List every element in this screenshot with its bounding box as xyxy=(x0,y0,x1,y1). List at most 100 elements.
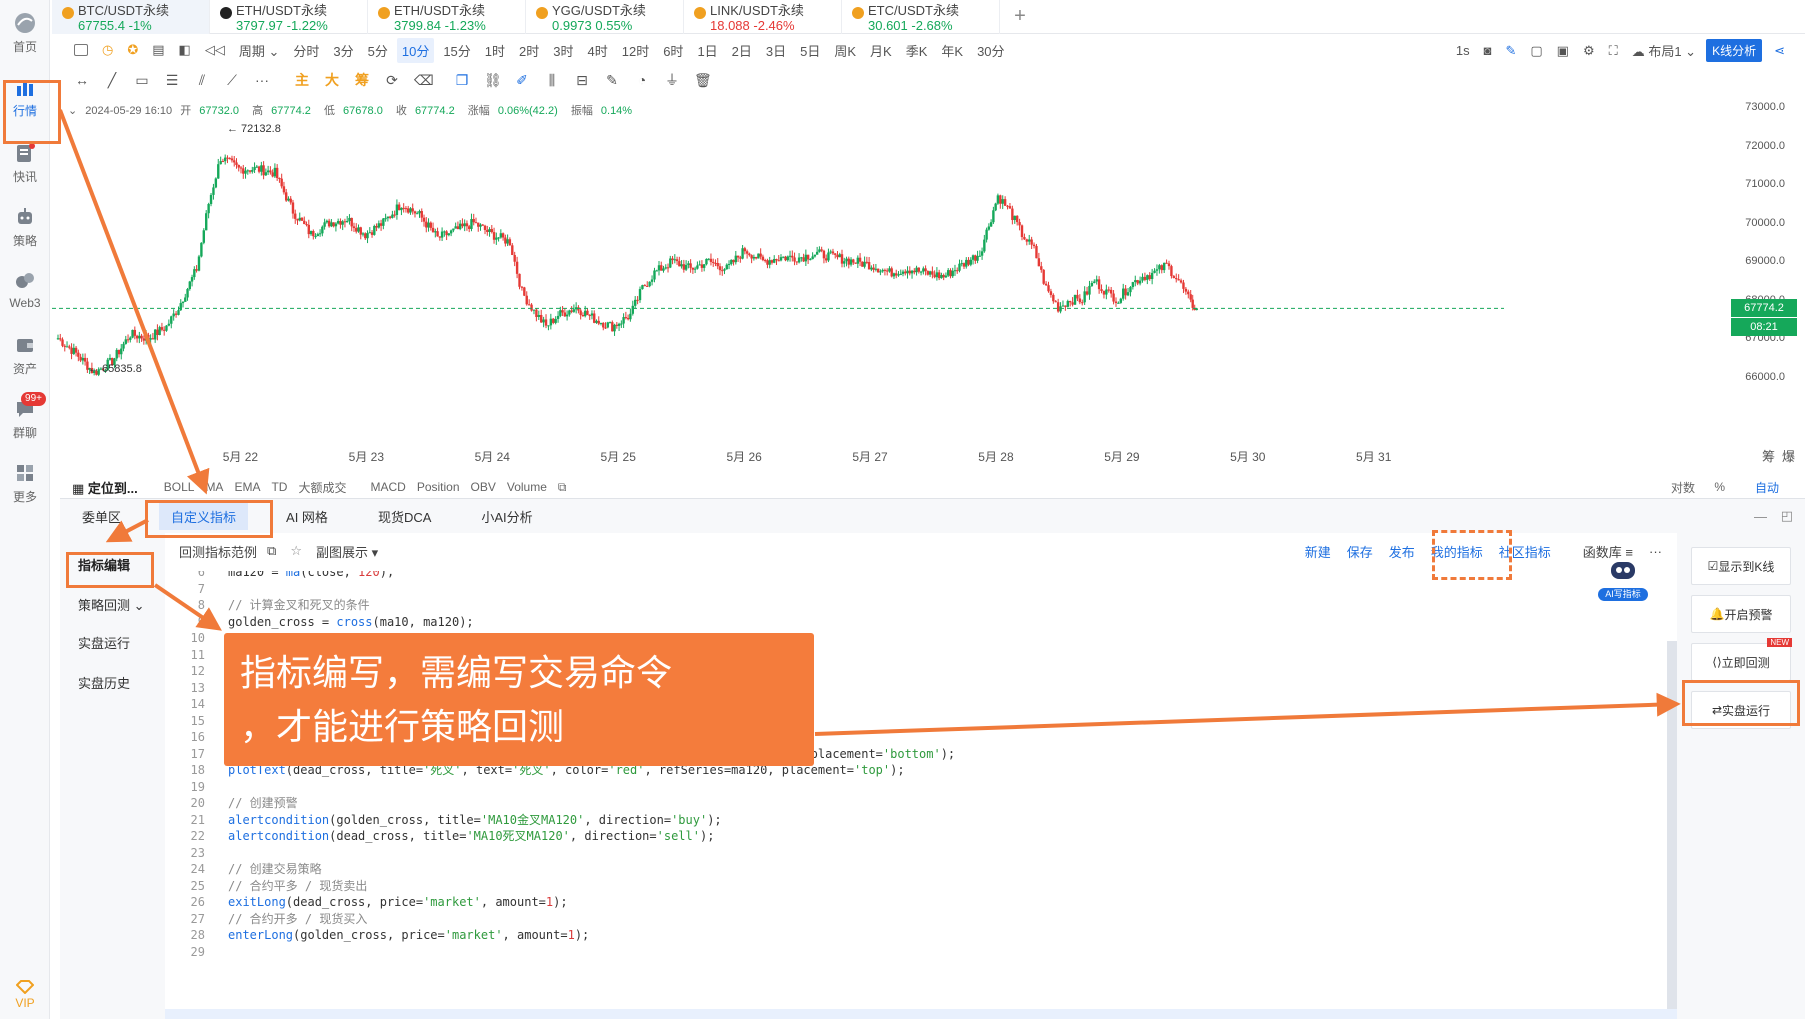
market-tab[interactable]: LINK/USDT永续 18.088 -2.46% xyxy=(684,0,842,34)
period-option[interactable]: 季K xyxy=(906,41,928,60)
percent-scale-toggle[interactable]: % xyxy=(1714,480,1725,494)
sidebar-item-news[interactable]: 快讯 xyxy=(0,142,50,185)
period-option[interactable]: 分时 xyxy=(293,41,319,60)
tab-ai-analysis[interactable]: 小AI分析 xyxy=(481,507,532,526)
main-chart-button[interactable]: 主 xyxy=(294,73,310,87)
badge-icon[interactable]: ✪ xyxy=(127,42,138,58)
market-tab[interactable]: ETH/USDT永续 3799.84 -1.23% xyxy=(368,0,526,34)
big-order-button[interactable]: 大 xyxy=(324,73,340,87)
save-button[interactable]: 保存 xyxy=(1347,542,1373,561)
sub-chart-dropdown[interactable]: 副图展示 ▾ xyxy=(316,542,378,561)
camera-icon[interactable]: ◙ xyxy=(1484,43,1492,58)
market-tab[interactable]: ETH/USDT永续 3797.97 -1.22% xyxy=(210,0,368,34)
menu-backtest[interactable]: 策略回测 ⌄ xyxy=(78,595,145,614)
tab-spot-dca[interactable]: 现货DCA xyxy=(378,507,431,526)
period-option[interactable]: 周K xyxy=(834,41,856,60)
chart-settings-icon[interactable] xyxy=(74,44,88,56)
tab-orders[interactable]: 委单区 xyxy=(82,507,121,526)
period-option[interactable]: 15分 xyxy=(443,41,470,60)
indicator-volume[interactable]: Volume xyxy=(507,480,547,494)
period-option[interactable]: 3日 xyxy=(766,41,786,60)
refresh-icon[interactable]: ⟳ xyxy=(384,73,400,87)
period-option[interactable]: 5分 xyxy=(368,41,388,60)
sidebar-item-web3[interactable]: Web3 xyxy=(0,270,50,310)
candlestick-chart[interactable]: ← 72132.8 ← 65835.8 xyxy=(52,92,1805,472)
period-option[interactable]: 4时 xyxy=(588,41,608,60)
horizontal-ray-icon[interactable]: ↔ xyxy=(74,73,90,87)
minimize-icon[interactable]: — xyxy=(1754,509,1767,524)
tab-ai-grid[interactable]: AI 网格 xyxy=(286,507,328,526)
chip-button[interactable]: 筹 xyxy=(354,73,370,87)
period-option[interactable]: 3时 xyxy=(553,41,573,60)
show-on-kline-button[interactable]: ☑ 显示到K线 xyxy=(1691,547,1791,585)
locate-button[interactable]: ▦ 定位到... xyxy=(72,478,138,497)
sidebar-item-vip[interactable]: VIP xyxy=(0,980,50,1010)
publish-button[interactable]: 发布 xyxy=(1389,542,1415,561)
enable-alert-button[interactable]: 🔔 开启预警 xyxy=(1691,595,1791,633)
calendar-icon[interactable]: ▤ xyxy=(152,42,164,58)
eraser-icon[interactable]: ⌫ xyxy=(414,73,434,87)
rewind-icon[interactable]: ◁◁ xyxy=(205,42,225,58)
period-option[interactable]: 5日 xyxy=(800,41,820,60)
maximize-icon[interactable]: ◰ xyxy=(1781,508,1793,524)
layout-dropdown[interactable]: ☁ 布局1 ⌄ xyxy=(1632,41,1696,60)
new-button[interactable]: 新建 xyxy=(1305,542,1331,561)
market-tab[interactable]: ETC/USDT永续 30.601 -2.68% xyxy=(842,0,1000,34)
star-icon[interactable]: ☆ xyxy=(290,543,302,559)
period-option[interactable]: 1日 xyxy=(697,41,717,60)
period-option[interactable]: 月K xyxy=(870,41,892,60)
external-link-icon[interactable]: ⧉ xyxy=(558,480,567,495)
pen-icon[interactable]: ✎ xyxy=(1505,43,1516,59)
add-tab-button[interactable]: + xyxy=(1000,0,1040,33)
share-icon[interactable]: ⋖ xyxy=(1774,43,1785,59)
example-indicator-link[interactable]: 回测指标范例 xyxy=(179,542,257,561)
indicator-boll[interactable]: BOLL xyxy=(164,480,195,494)
sidebar-item-home[interactable]: 首页 xyxy=(0,12,50,55)
sidebar-item-more[interactable]: 更多 xyxy=(0,462,50,505)
trash-icon[interactable]: 🗑 xyxy=(694,73,712,87)
ai-write-indicator-button[interactable]: AI写指标 xyxy=(1598,559,1648,601)
gear-icon[interactable]: ⚙ xyxy=(1583,43,1595,59)
function-library-button[interactable]: 函数库 ≡ xyxy=(1567,542,1633,561)
edit-icon[interactable]: ⧉ xyxy=(267,543,276,559)
lock-icon[interactable]: ⊟ xyxy=(574,73,590,87)
kline-analysis-button[interactable]: K线分析 xyxy=(1706,39,1763,62)
chip-axis-label[interactable]: 筹 xyxy=(1762,446,1775,465)
liquidation-axis-label[interactable]: 爆 xyxy=(1782,446,1795,465)
menu-live-history[interactable]: 实盘历史 xyxy=(78,673,130,692)
menu-live-run[interactable]: 实盘运行 xyxy=(78,633,130,652)
sidebar-item-chat[interactable]: 99+ 群聊 xyxy=(0,392,50,441)
rectangle-icon[interactable]: ▭ xyxy=(134,73,150,87)
link-icon[interactable]: ⛓ xyxy=(484,73,502,87)
clock-icon[interactable]: ◷ xyxy=(102,42,113,58)
period-option[interactable]: 12时 xyxy=(622,41,649,60)
fullscreen-icon[interactable]: ⛶ xyxy=(1609,43,1618,59)
candles-icon[interactable]: ⫼ xyxy=(544,73,560,87)
period-option[interactable]: 2时 xyxy=(519,41,539,60)
period-option[interactable]: 年K xyxy=(941,41,963,60)
indicator-ma[interactable]: MA xyxy=(205,480,223,494)
magnet-icon[interactable]: ◔ xyxy=(634,73,650,87)
backtest-now-button[interactable]: ⟨⟩ 立即回测 NEW xyxy=(1691,638,1792,681)
line-icon[interactable]: ╱ xyxy=(104,73,120,87)
market-tab[interactable]: BTC/USDT永续 67755.4 -1% xyxy=(52,0,210,34)
more-tools-icon[interactable]: ··· xyxy=(254,73,270,87)
copy-icon[interactable]: ❐ xyxy=(454,73,470,87)
edit-icon[interactable]: ✎ xyxy=(604,73,620,87)
indicator-macd[interactable]: MACD xyxy=(370,480,405,494)
window-icon[interactable]: ▢ xyxy=(1530,43,1542,59)
period-option[interactable]: 2日 xyxy=(732,41,752,60)
channel-icon[interactable]: ⫽ xyxy=(194,73,210,87)
trend-tool-icon[interactable]: ⟋ xyxy=(224,73,240,87)
parallel-lines-icon[interactable]: ☰ xyxy=(164,73,180,87)
period-option-selected[interactable]: 10分 xyxy=(396,37,435,63)
indicator-position[interactable]: Position xyxy=(417,480,460,494)
period-option[interactable]: 1时 xyxy=(485,41,505,60)
period-option[interactable]: 6时 xyxy=(663,41,683,60)
indicator-large-trades[interactable]: 大额成交 xyxy=(298,479,346,496)
period-option[interactable]: 3分 xyxy=(333,41,353,60)
log-scale-toggle[interactable]: 对数 xyxy=(1671,479,1695,496)
sidebar-item-assets[interactable]: 资产 xyxy=(0,334,50,377)
period-option[interactable]: 30分 xyxy=(977,41,1004,60)
auto-scale-toggle[interactable]: 自动 xyxy=(1755,479,1779,496)
